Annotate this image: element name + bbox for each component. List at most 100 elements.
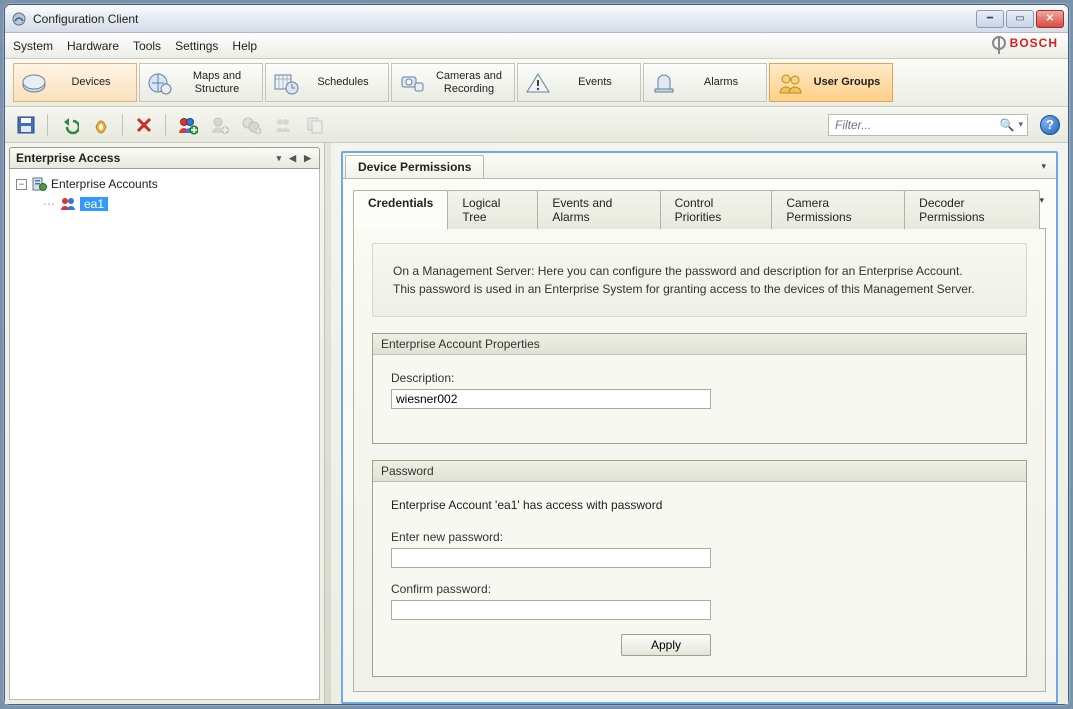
tree-view[interactable]: − Enterprise Accounts ⋯ ea1 [9, 169, 320, 700]
add-dualauth-button[interactable] [238, 112, 264, 138]
device-permissions-panel: Device Permissions ▾ Credentials Logical… [341, 151, 1058, 704]
menu-help[interactable]: Help [232, 39, 257, 53]
group-account-properties: Enterprise Account Properties Descriptio… [372, 333, 1027, 444]
title-bar: Configuration Client ━ ▭ ✕ [5, 5, 1068, 33]
filter-input[interactable] [833, 117, 996, 133]
description-input[interactable] [391, 389, 711, 409]
nav-maps[interactable]: Maps and Structure [139, 63, 263, 102]
nav-maps-label: Maps and Structure [182, 70, 252, 94]
separator [47, 114, 48, 136]
add-usergroup-button[interactable] [174, 112, 200, 138]
group-password: Password Enterprise Account 'ea1' has ac… [372, 460, 1027, 677]
tree-child-label: ea1 [80, 197, 108, 211]
tree-connector-icon: ⋯ [43, 197, 54, 211]
filter-box[interactable]: 🔍 ▾ [828, 114, 1028, 136]
field-new-password: Enter new password: [391, 530, 1008, 568]
panel-dropdown-icon[interactable]: ▾ [1041, 161, 1046, 172]
nav-schedules[interactable]: Schedules [265, 63, 389, 102]
tab-decoder-permissions[interactable]: Decoder Permissions [904, 190, 1040, 229]
menu-bar: System Hardware Tools Settings Help BOSC… [5, 33, 1068, 59]
search-icon[interactable]: 🔍 [1000, 118, 1015, 132]
nav-events[interactable]: Events [517, 63, 641, 102]
nav-cameras[interactable]: Cameras and Recording [391, 63, 515, 102]
panel-body: Credentials Logical Tree Events and Alar… [343, 178, 1056, 702]
tab-content: On a Management Server: Here you can con… [353, 229, 1046, 692]
nav-devices-label: Devices [56, 76, 126, 88]
tab-control-priorities[interactable]: Control Priorities [660, 190, 773, 229]
description-label: Description: [391, 371, 1008, 385]
apply-button[interactable]: Apply [621, 634, 711, 656]
nav-alarms[interactable]: Alarms [643, 63, 767, 102]
tree-root-row[interactable]: − Enterprise Accounts [16, 175, 313, 193]
new-password-label: Enter new password: [391, 530, 1008, 544]
tab-camera-permissions[interactable]: Camera Permissions [771, 190, 905, 229]
tree-child-row[interactable]: ⋯ ea1 [38, 195, 313, 213]
access-status-text: Enterprise Account 'ea1' has access with… [391, 498, 1008, 512]
cameras-icon [398, 69, 426, 97]
brand-text: BOSCH [1010, 36, 1058, 50]
close-button[interactable]: ✕ [1036, 10, 1064, 28]
menu-hardware[interactable]: Hardware [67, 39, 119, 53]
confirm-password-label: Confirm password: [391, 582, 1008, 596]
delete-button[interactable] [131, 112, 157, 138]
tab-credentials[interactable]: Credentials [353, 190, 448, 229]
info-line-2: This password is used in an Enterprise S… [393, 280, 1006, 298]
account-icon [60, 197, 76, 211]
schedules-icon [272, 69, 300, 97]
new-password-input[interactable] [391, 548, 711, 568]
window-title: Configuration Client [33, 12, 138, 26]
filter-dropdown-icon[interactable]: ▾ [1018, 119, 1023, 130]
activate-button[interactable] [88, 112, 114, 138]
tree-root-label: Enterprise Accounts [51, 177, 158, 191]
nav-devices[interactable]: Devices [13, 63, 137, 102]
save-button[interactable] [13, 112, 39, 138]
nav-usergroups[interactable]: User Groups [769, 63, 893, 102]
brand-ring-icon [992, 36, 1006, 50]
server-icon [31, 176, 47, 192]
tab-logical-tree[interactable]: Logical Tree [447, 190, 538, 229]
tabs-dropdown-icon[interactable]: ▾ [1039, 195, 1044, 228]
devices-icon [20, 69, 48, 97]
separator [122, 114, 123, 136]
body: Enterprise Access ▾ ◀ ▶ − Enterprise Acc… [5, 143, 1068, 704]
confirm-password-input[interactable] [391, 600, 711, 620]
pane-prev-icon[interactable]: ◀ [287, 153, 298, 164]
panel-title-tab[interactable]: Device Permissions [345, 155, 484, 178]
wizard-nav: Devices Maps and Structure Schedules Cam… [5, 59, 1068, 107]
pane-dropdown-icon[interactable]: ▾ [275, 153, 284, 164]
maps-icon [146, 69, 174, 97]
app-window: Configuration Client ━ ▭ ✕ System Hardwa… [4, 4, 1069, 705]
tab-strip: Credentials Logical Tree Events and Alar… [353, 189, 1046, 229]
maximize-button[interactable]: ▭ [1006, 10, 1034, 28]
menu-settings[interactable]: Settings [175, 39, 218, 53]
nav-usergroups-label: User Groups [812, 76, 882, 88]
main-pane: Device Permissions ▾ Credentials Logical… [331, 143, 1068, 704]
pane-next-icon[interactable]: ▶ [302, 153, 313, 164]
panel-header: Device Permissions ▾ [343, 153, 1056, 178]
copy-button[interactable] [302, 112, 328, 138]
help-button[interactable]: ? [1040, 115, 1060, 135]
separator [165, 114, 166, 136]
collapse-icon[interactable]: − [16, 179, 27, 190]
minimize-button[interactable]: ━ [976, 10, 1004, 28]
info-line-1: On a Management Server: Here you can con… [393, 262, 1006, 280]
add-logonpair-button[interactable] [270, 112, 296, 138]
alarms-icon [650, 69, 678, 97]
menu-tools[interactable]: Tools [133, 39, 161, 53]
side-pane: Enterprise Access ▾ ◀ ▶ − Enterprise Acc… [5, 143, 325, 704]
brand-logo: BOSCH [992, 36, 1058, 50]
nav-cameras-label: Cameras and Recording [434, 70, 504, 94]
undo-button[interactable] [56, 112, 82, 138]
side-pane-header: Enterprise Access ▾ ◀ ▶ [9, 147, 320, 169]
info-box: On a Management Server: Here you can con… [372, 243, 1027, 317]
toolbar: 🔍 ▾ ? [5, 107, 1068, 143]
usergroups-icon [776, 69, 804, 97]
window-buttons: ━ ▭ ✕ [976, 10, 1064, 28]
app-icon [11, 11, 27, 27]
field-confirm-password: Confirm password: [391, 582, 1008, 620]
events-icon [524, 69, 552, 97]
group-props-title: Enterprise Account Properties [373, 334, 1026, 355]
add-user-button[interactable] [206, 112, 232, 138]
tab-events-alarms[interactable]: Events and Alarms [537, 190, 660, 229]
menu-system[interactable]: System [13, 39, 53, 53]
